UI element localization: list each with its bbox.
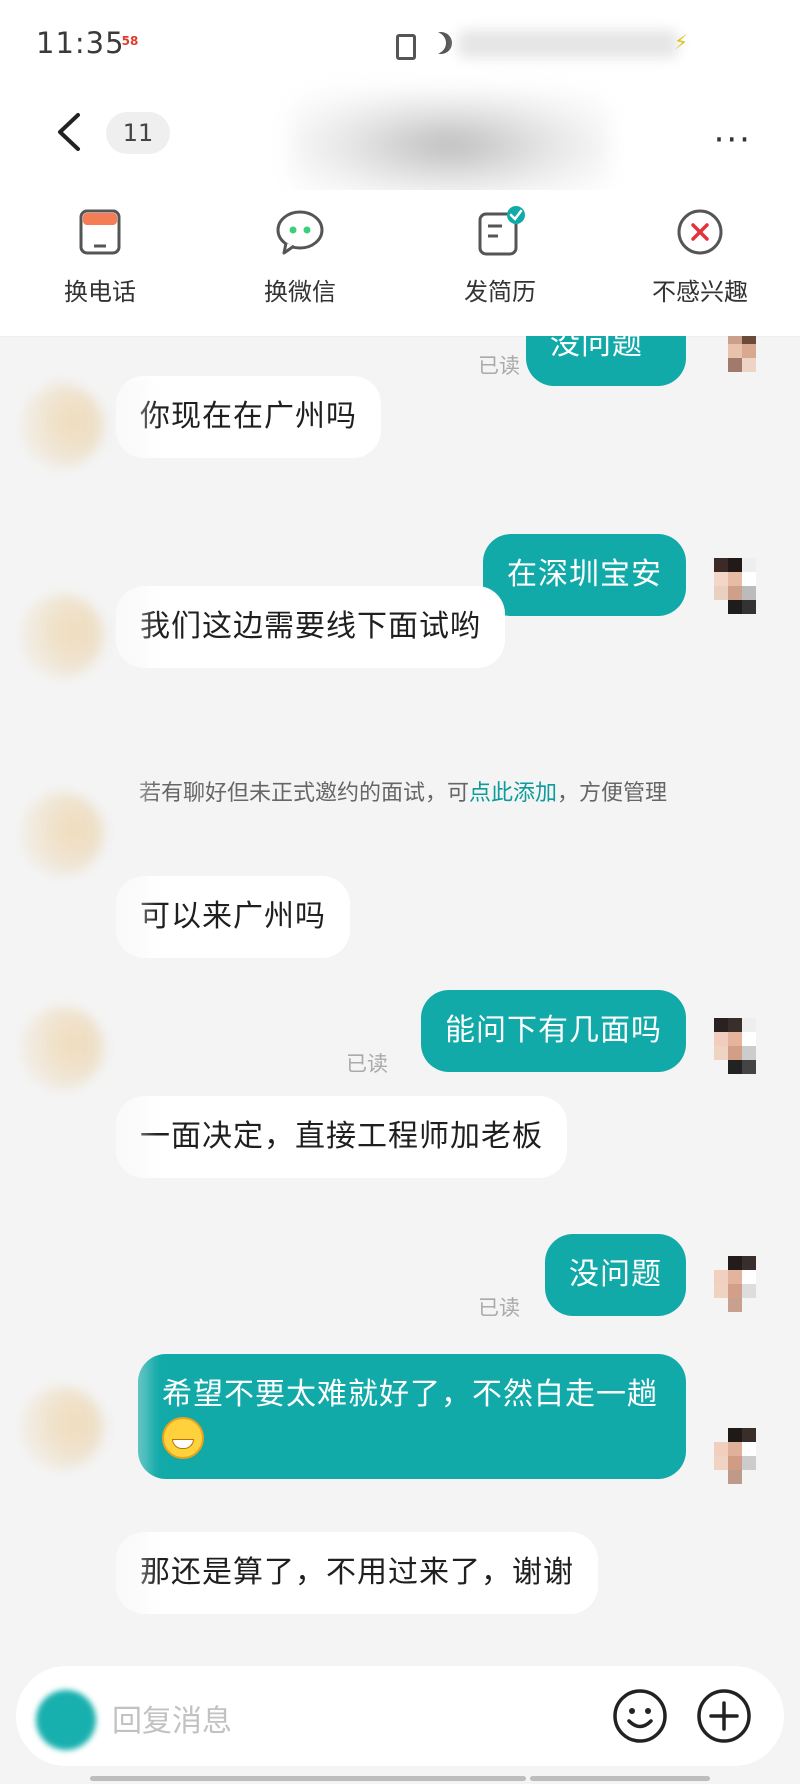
my-avatar[interactable] [714,558,770,630]
message-bubble-outgoing[interactable]: 希望不要太难就好了，不然白走一趟 [138,1354,686,1479]
my-avatar[interactable] [714,1256,770,1328]
charging-icon: ⚡ [674,30,689,54]
message-bubble-incoming[interactable]: 你现在在广州吗 [116,376,381,458]
quick-actions-bar: 换电话 换微信 发简历 不感兴趣 [0,190,800,337]
reply-input[interactable]: 回复消息 [112,1696,232,1740]
action-change-wechat[interactable]: 换微信 [225,206,375,307]
action-not-interested[interactable]: 不感兴趣 [625,206,775,307]
do-not-disturb-icon [430,32,452,54]
composer-avatar[interactable] [36,1690,96,1750]
read-receipt: 已读 [346,1052,388,1076]
my-avatar[interactable] [714,336,770,402]
home-indicator [90,1776,300,1781]
chat-header: 11 ··· [0,90,800,200]
back-arrow-icon[interactable] [54,112,84,152]
status-icons: ⚡ [396,30,696,60]
resume-icon [478,206,525,256]
contact-avatar[interactable] [20,792,104,876]
action-change-phone[interactable]: 换电话 [25,206,175,307]
grin-emoji-icon [162,1416,204,1459]
message-bubble-outgoing[interactable]: 能问下有几面吗 [421,990,686,1072]
message-composer: 回复消息 [0,1656,800,1784]
message-bubble-outgoing[interactable]: 没问题 [526,336,686,386]
status-blurred-area [458,30,678,58]
vibrate-icon [396,34,416,60]
unread-count-badge[interactable]: 11 [106,112,170,154]
contact-avatar[interactable] [20,1006,104,1090]
contact-name-blurred [290,90,610,200]
reply-input-container[interactable]: 回复消息 [16,1666,784,1766]
contact-avatar[interactable] [20,1386,104,1470]
message-bubble-incoming[interactable]: 一面决定，直接工程师加老板 [116,1096,567,1178]
not-interested-icon [677,209,723,255]
emoji-icon[interactable] [612,1688,668,1744]
status-bar: 11:35 58 ⚡ [0,0,800,90]
message-bubble-outgoing[interactable]: 没问题 [545,1234,686,1316]
my-avatar[interactable] [714,1428,770,1500]
home-indicator [276,1776,526,1781]
add-more-icon[interactable] [696,1688,752,1744]
phone-icon [79,209,121,255]
chat-message-list[interactable]: 没问题 已读 你现在在广州吗 在深圳宝安 已读 我们这边需要线下面试哟 若有聊好… [0,336,800,1656]
home-indicator [530,1776,710,1781]
contact-avatar[interactable] [20,384,104,468]
message-bubble-incoming[interactable]: 可以来广州吗 [116,876,350,958]
contact-avatar[interactable] [20,594,104,678]
message-bubble-outgoing[interactable]: 在深圳宝安 [483,534,686,616]
system-tip: 若有聊好但未正式邀约的面试，可点此添加，方便管理 [138,781,668,806]
wechat-icon [276,210,324,255]
read-receipt: 已读 [478,1296,520,1320]
message-bubble-incoming[interactable]: 那还是算了，不用过来了，谢谢 [116,1532,598,1614]
app-58-icon: 58 [121,34,139,48]
action-send-resume[interactable]: 发简历 [425,206,575,307]
more-options-icon[interactable]: ··· [714,123,752,157]
status-time: 11:35 [36,26,125,60]
my-avatar[interactable] [714,1018,770,1090]
message-bubble-incoming[interactable]: 我们这边需要线下面试哟 [116,586,505,668]
add-interview-link[interactable]: 点此添加 [469,781,557,806]
read-receipt: 已读 [478,354,520,378]
